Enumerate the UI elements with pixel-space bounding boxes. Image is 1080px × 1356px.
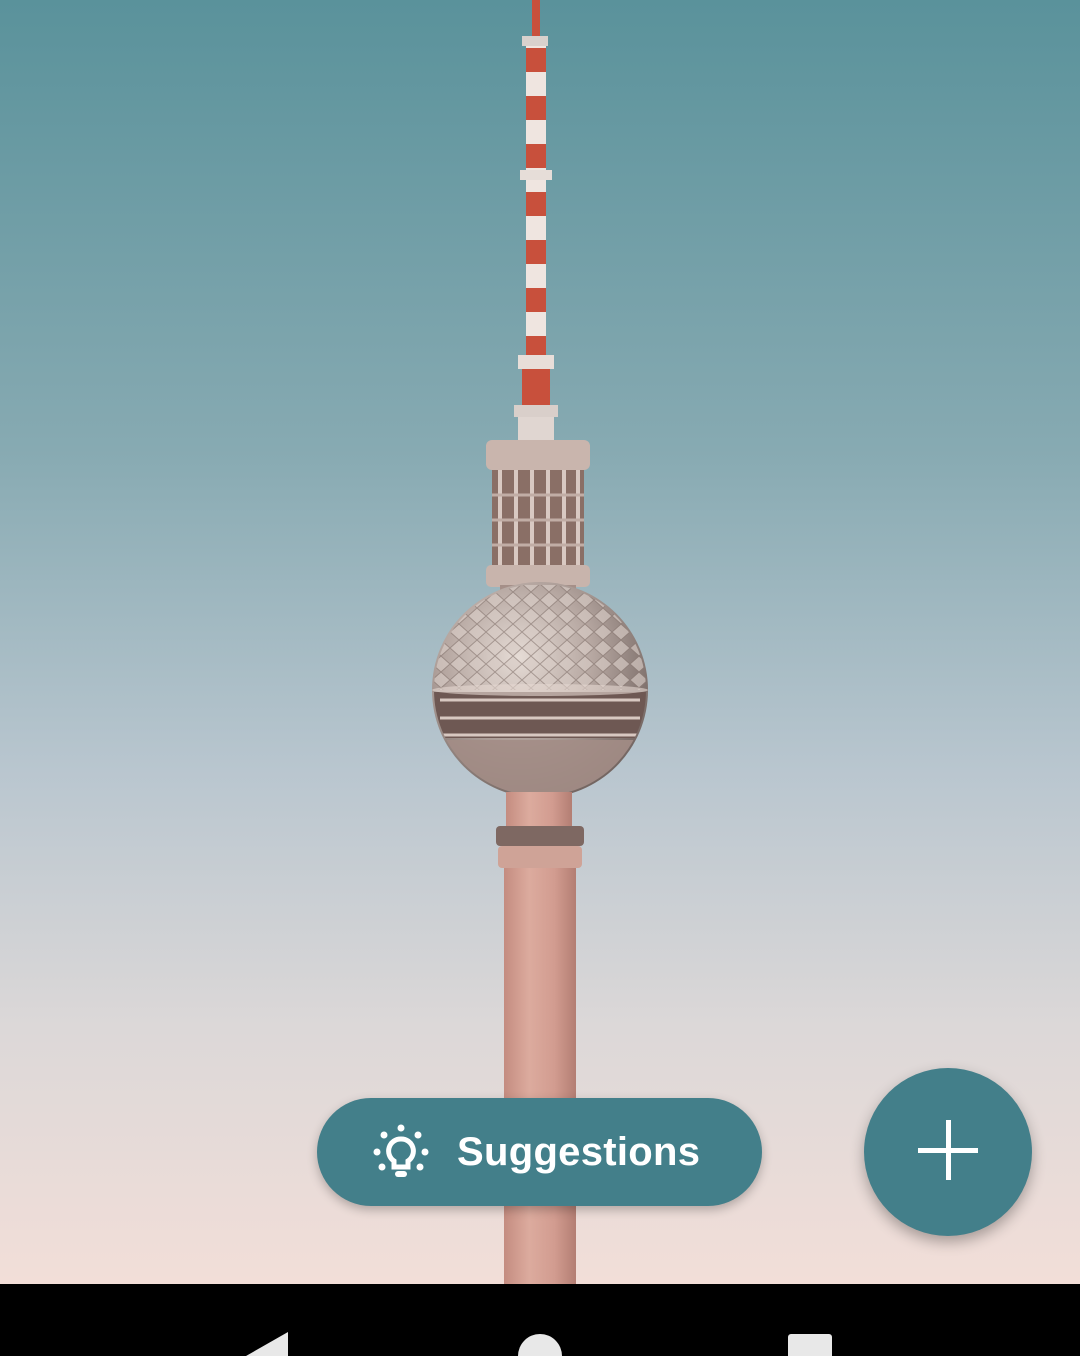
nav-back-button[interactable] — [240, 1330, 292, 1356]
lightbulb-icon — [371, 1122, 431, 1182]
home-circle-icon — [518, 1334, 562, 1356]
screen: Suggestions — [0, 0, 1080, 1356]
plus-icon — [916, 1118, 980, 1187]
suggestions-button[interactable]: Suggestions — [317, 1098, 762, 1206]
suggestions-label: Suggestions — [457, 1129, 701, 1174]
back-triangle-icon — [246, 1332, 288, 1356]
recents-square-icon — [788, 1334, 832, 1356]
nav-home-button[interactable] — [516, 1332, 564, 1356]
navigation-bar — [0, 1284, 1080, 1356]
nav-recents-button[interactable] — [786, 1332, 834, 1356]
add-button[interactable] — [864, 1068, 1032, 1236]
